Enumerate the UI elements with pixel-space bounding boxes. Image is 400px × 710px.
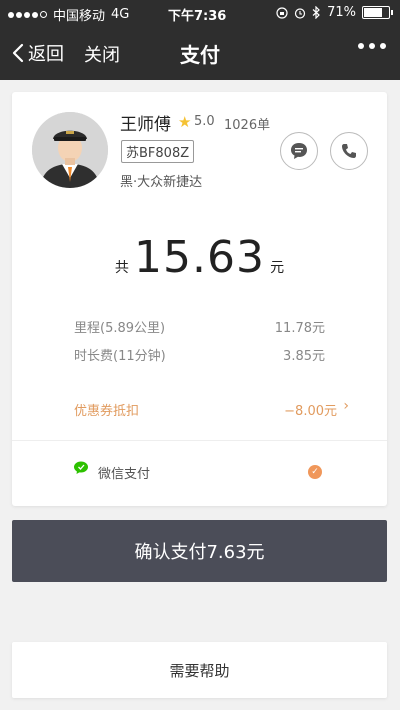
fee-mileage-value: 11.78元 — [274, 321, 325, 336]
divider — [12, 440, 387, 441]
total-fare: 共 15.63 元 — [12, 232, 387, 283]
driver-name: 王师傅 — [120, 115, 171, 135]
driver-avatar — [32, 112, 108, 188]
status-time: 下午7:36 — [168, 9, 227, 24]
network-type: 4G — [111, 7, 130, 22]
phone-icon — [342, 144, 356, 158]
status-right: 71% — [276, 5, 393, 20]
total-prefix: 共 — [114, 260, 129, 276]
total-amount: 15.63 — [134, 232, 265, 283]
driver-rating: 5.0 — [194, 114, 215, 129]
fee-duration-label: 时长费(11分钟) — [74, 349, 166, 364]
status-bar: 中国移动 4G 下午7:36 71% — [0, 0, 400, 26]
lock-rotation-icon — [276, 6, 288, 19]
total-unit: 元 — [270, 260, 285, 276]
signal-strength-icon — [8, 11, 47, 18]
coupon-discount-value[interactable]: −8.00元 — [284, 400, 337, 419]
bluetooth-icon — [312, 6, 320, 19]
chevron-right-icon[interactable]: › — [343, 398, 349, 414]
star-icon: ★ — [178, 113, 192, 131]
need-help-button[interactable]: 需要帮助 — [12, 642, 387, 698]
payment-selected-check-icon[interactable]: ✓ — [308, 465, 322, 479]
message-driver-button[interactable] — [280, 132, 318, 170]
driver-avatar-image — [32, 112, 108, 188]
nav-bar: 返回 关闭 支付 — [0, 26, 400, 80]
call-driver-button[interactable] — [330, 132, 368, 170]
battery-icon — [362, 6, 393, 19]
status-left: 中国移动 4G — [8, 5, 129, 24]
payment-method-label[interactable]: 微信支付 — [98, 463, 150, 482]
driver-order-count: 1026单 — [224, 118, 271, 133]
battery-percent: 71% — [327, 5, 356, 20]
license-plate: 苏BF808Z — [121, 140, 195, 163]
car-model: 黑·大众新捷达 — [120, 175, 203, 190]
fee-mileage-label: 里程(5.89公里) — [74, 321, 166, 336]
fee-duration-value: 3.85元 — [283, 349, 325, 364]
more-options-icon[interactable] — [358, 43, 386, 49]
back-label: 返回 — [28, 44, 64, 65]
chevron-left-icon — [12, 43, 24, 63]
close-button[interactable]: 关闭 — [84, 41, 120, 67]
message-icon — [291, 143, 307, 159]
confirm-pay-button[interactable]: 确认支付7.63元 — [12, 520, 387, 582]
payment-card: 王师傅 ★ 5.0 1026单 苏BF808Z 黑·大众新捷达 共 15.63 … — [12, 92, 387, 506]
wechat-pay-icon — [74, 461, 88, 474]
coupon-discount-label[interactable]: 优惠券抵扣 — [74, 400, 139, 419]
alarm-icon — [294, 7, 306, 19]
back-button[interactable]: 返回 — [12, 40, 64, 66]
carrier-name: 中国移动 — [53, 9, 106, 24]
